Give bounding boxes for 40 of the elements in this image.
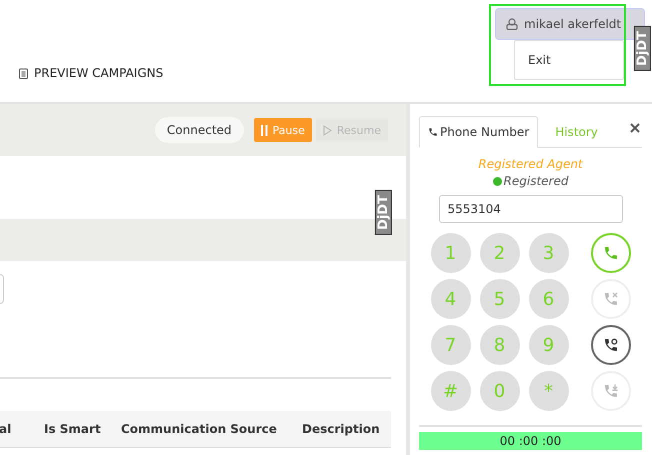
phone-number-tab[interactable]: Phone Number xyxy=(419,116,538,148)
dial-key[interactable]: 9 xyxy=(528,325,568,365)
call-timer: 00 :00 :00 xyxy=(419,432,642,450)
transfer-button[interactable] xyxy=(590,325,630,365)
close-icon[interactable] xyxy=(630,123,640,133)
exit-menu-item[interactable]: Exit xyxy=(528,53,551,67)
phone-icon xyxy=(602,245,618,261)
phone-download-icon xyxy=(602,383,618,399)
column-header: Is Smart xyxy=(44,422,101,436)
column-header: Description xyxy=(302,422,380,436)
status-dot xyxy=(492,176,502,186)
dial-key[interactable]: # xyxy=(430,371,470,411)
play-icon xyxy=(322,124,332,136)
registration-status: Registered xyxy=(504,174,568,188)
dial-key[interactable]: 5 xyxy=(480,279,520,319)
dial-key[interactable]: 6 xyxy=(528,279,568,319)
phone-x-icon xyxy=(602,291,618,307)
dial-key[interactable]: * xyxy=(528,371,568,411)
phone-number-field[interactable]: 5553104 xyxy=(438,195,622,223)
input-field[interactable] xyxy=(0,274,4,304)
dial-key[interactable]: 7 xyxy=(430,325,470,365)
connection-status: Connected xyxy=(154,117,244,143)
agent-status: Registered Agent xyxy=(478,157,583,171)
clipboard-icon xyxy=(19,68,28,78)
dial-key[interactable]: 0 xyxy=(480,371,520,411)
pause-icon xyxy=(260,124,268,136)
dial-key[interactable]: 3 xyxy=(528,233,568,273)
history-tab[interactable]: History xyxy=(546,116,607,148)
phone-icon xyxy=(428,127,438,137)
user-icon xyxy=(506,18,518,30)
dial-key[interactable]: 8 xyxy=(480,325,520,365)
column-header: Communication Source xyxy=(121,422,277,436)
dial-key[interactable]: 2 xyxy=(480,233,520,273)
dial-key[interactable]: 4 xyxy=(430,279,470,319)
debug-toolbar-handle[interactable]: DjDT xyxy=(634,26,651,71)
debug-toolbar-handle[interactable]: DjDT xyxy=(374,190,392,235)
call-button[interactable] xyxy=(590,233,630,273)
dial-key[interactable]: 1 xyxy=(430,233,470,273)
preview-campaigns-link[interactable]: PREVIEW CAMPAIGNS xyxy=(34,66,164,80)
pause-button[interactable]: Pause xyxy=(254,118,312,142)
